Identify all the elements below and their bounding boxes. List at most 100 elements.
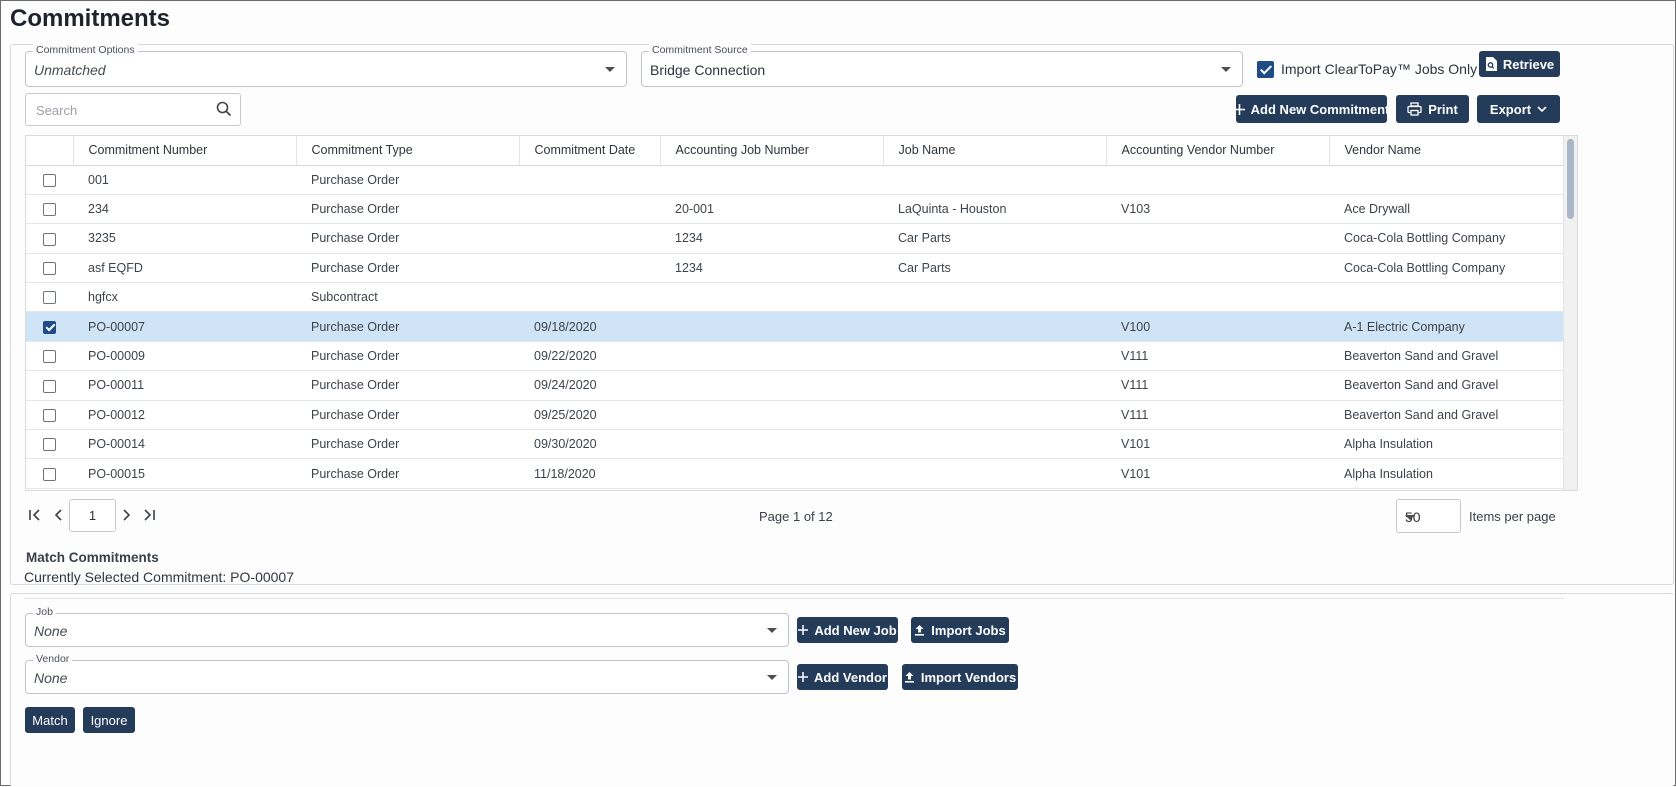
items-per-page-label: Items per page (1469, 509, 1556, 524)
table-cell: Purchase Order (296, 311, 519, 342)
table-row[interactable]: PO-00015 Purchase Order 11/18/2020 V101 Alph… (26, 458, 1563, 489)
commitments-table: Commitment Number Commitment Type Commit… (26, 136, 1564, 489)
commitment-options-select[interactable]: Commitment Options Unmatched (25, 44, 627, 87)
table-cell (1329, 165, 1563, 195)
table-row[interactable]: PO-00007 Purchase Order 09/18/2020 V100 A-1 … (26, 311, 1563, 342)
table-row[interactable]: PO-00012 Purchase Order 09/25/2020 V111 Beav… (26, 400, 1563, 431)
row-checkbox[interactable] (43, 379, 56, 393)
table-cell: Coca-Cola Bottling Company (1329, 223, 1563, 254)
table-cell: 09/22/2020 (519, 341, 660, 372)
items-per-page-select[interactable]: 50 (1396, 499, 1461, 533)
table-row[interactable]: asf EQFD Purchase Order 1234 Car Parts Coca-… (26, 253, 1563, 284)
column-header[interactable]: Commitment Number (73, 136, 297, 166)
match-section-title: Match Commitments (23, 550, 162, 565)
table-cell (1106, 282, 1329, 313)
table-row[interactable]: PO-00011 Purchase Order 09/24/2020 V111 Beav… (26, 370, 1563, 401)
table-cell: V111 (1106, 341, 1329, 372)
vertical-scrollbar[interactable] (1563, 136, 1577, 490)
table-cell (883, 458, 1106, 489)
table-cell: Purchase Order (296, 165, 519, 195)
add-new-commitment-label: Add New Commitment (1250, 101, 1390, 117)
job-value: None (34, 623, 68, 639)
column-header[interactable]: Commitment Type (296, 136, 520, 166)
commitments-grid: Commitment Number Commitment Type Commit… (25, 135, 1578, 491)
add-new-job-button[interactable]: Add New Job (797, 617, 898, 643)
add-new-commitment-button[interactable]: Add New Commitment (1233, 95, 1390, 123)
vendor-select[interactable]: Vendor None (25, 653, 789, 694)
table-cell: Purchase Order (296, 253, 519, 284)
match-button[interactable]: Match (25, 707, 75, 733)
table-cell (660, 311, 883, 342)
import-jobs-button[interactable]: Import Jobs (911, 617, 1009, 643)
page-number-input[interactable] (69, 499, 116, 532)
add-vendor-button[interactable]: Add Vendor (797, 664, 888, 690)
ignore-button[interactable]: Ignore (83, 707, 135, 733)
table-cell: Beaverton Sand and Gravel (1329, 370, 1563, 401)
row-checkbox[interactable] (43, 467, 56, 481)
column-header[interactable]: Accounting Vendor Number (1106, 136, 1330, 166)
ignore-label: Ignore (90, 712, 128, 728)
row-checkbox[interactable] (43, 350, 56, 364)
import-cleartopay-checkbox[interactable] (1257, 61, 1274, 78)
search-input[interactable] (34, 102, 204, 119)
column-header[interactable]: Vendor Name (1329, 136, 1564, 166)
table-row[interactable]: hgfcx Subcontract (26, 282, 1563, 313)
scrollbar-thumb[interactable] (1567, 139, 1574, 219)
table-cell (660, 282, 883, 313)
commitment-source-value: Bridge Connection (650, 62, 766, 78)
print-button[interactable]: Print (1396, 95, 1469, 123)
chevron-down-icon (605, 67, 615, 72)
job-select[interactable]: Job None (25, 606, 789, 647)
row-select-cell (26, 400, 73, 431)
next-page-icon[interactable] (121, 508, 133, 522)
table-cell: 234 (73, 194, 296, 225)
table-row[interactable]: 3235 Purchase Order 1234 Car Parts Coca-Cola… (26, 223, 1563, 254)
table-cell: Purchase Order (296, 458, 519, 489)
column-header[interactable]: Commitment Date (519, 136, 661, 166)
row-checkbox[interactable] (43, 320, 56, 334)
table-cell (883, 282, 1106, 313)
table-cell (883, 341, 1106, 372)
first-page-icon[interactable] (28, 508, 42, 522)
row-checkbox[interactable] (43, 232, 56, 246)
column-header[interactable]: Accounting Job Number (660, 136, 884, 166)
row-checkbox[interactable] (43, 261, 56, 275)
commitment-options-value: Unmatched (34, 62, 106, 78)
row-checkbox[interactable] (43, 408, 56, 422)
table-cell: Subcontract (296, 282, 519, 313)
retrieve-button[interactable]: Retrieve (1479, 51, 1560, 77)
commitment-source-select[interactable]: Commitment Source Bridge Connection (641, 44, 1243, 87)
upload-icon (904, 672, 914, 683)
column-header[interactable]: Job Name (883, 136, 1107, 166)
vendor-label: Vendor (33, 653, 73, 666)
prev-page-icon[interactable] (52, 508, 64, 522)
table-cell: PO-00007 (73, 311, 296, 342)
table-cell (660, 400, 883, 431)
export-button[interactable]: Export (1477, 95, 1560, 123)
table-cell: Purchase Order (296, 370, 519, 401)
table-cell: Purchase Order (296, 429, 519, 460)
table-cell (883, 400, 1106, 431)
table-cell: PO-00014 (73, 429, 296, 460)
row-checkbox[interactable] (43, 291, 56, 305)
row-checkbox[interactable] (43, 438, 56, 452)
table-row[interactable]: 234 Purchase Order 20-001 LaQuinta - Housto… (26, 194, 1563, 225)
table-row[interactable]: PO-00009 Purchase Order 09/22/2020 V111 Beav… (26, 341, 1563, 372)
table-row[interactable]: PO-00014 Purchase Order 09/30/2020 V101 Alph… (26, 429, 1563, 460)
table-cell (883, 370, 1106, 401)
row-checkbox[interactable] (43, 203, 56, 217)
table-cell: Coca-Cola Bottling Company (1329, 253, 1563, 284)
import-vendors-button[interactable]: Import Vendors (902, 664, 1018, 690)
table-cell (519, 253, 660, 284)
table-cell: Beaverton Sand and Gravel (1329, 400, 1563, 431)
table-cell: asf EQFD (73, 253, 296, 284)
table-cell: V111 (1106, 400, 1329, 431)
last-page-icon[interactable] (142, 508, 156, 522)
search-icon[interactable] (216, 101, 232, 117)
table-row[interactable]: 001 Purchase Order (26, 165, 1563, 195)
table-cell: PO-00011 (73, 370, 296, 401)
table-cell (660, 165, 883, 195)
printer-icon (1407, 102, 1422, 116)
row-checkbox[interactable] (43, 173, 56, 187)
table-cell: Ace Drywall (1329, 194, 1563, 225)
